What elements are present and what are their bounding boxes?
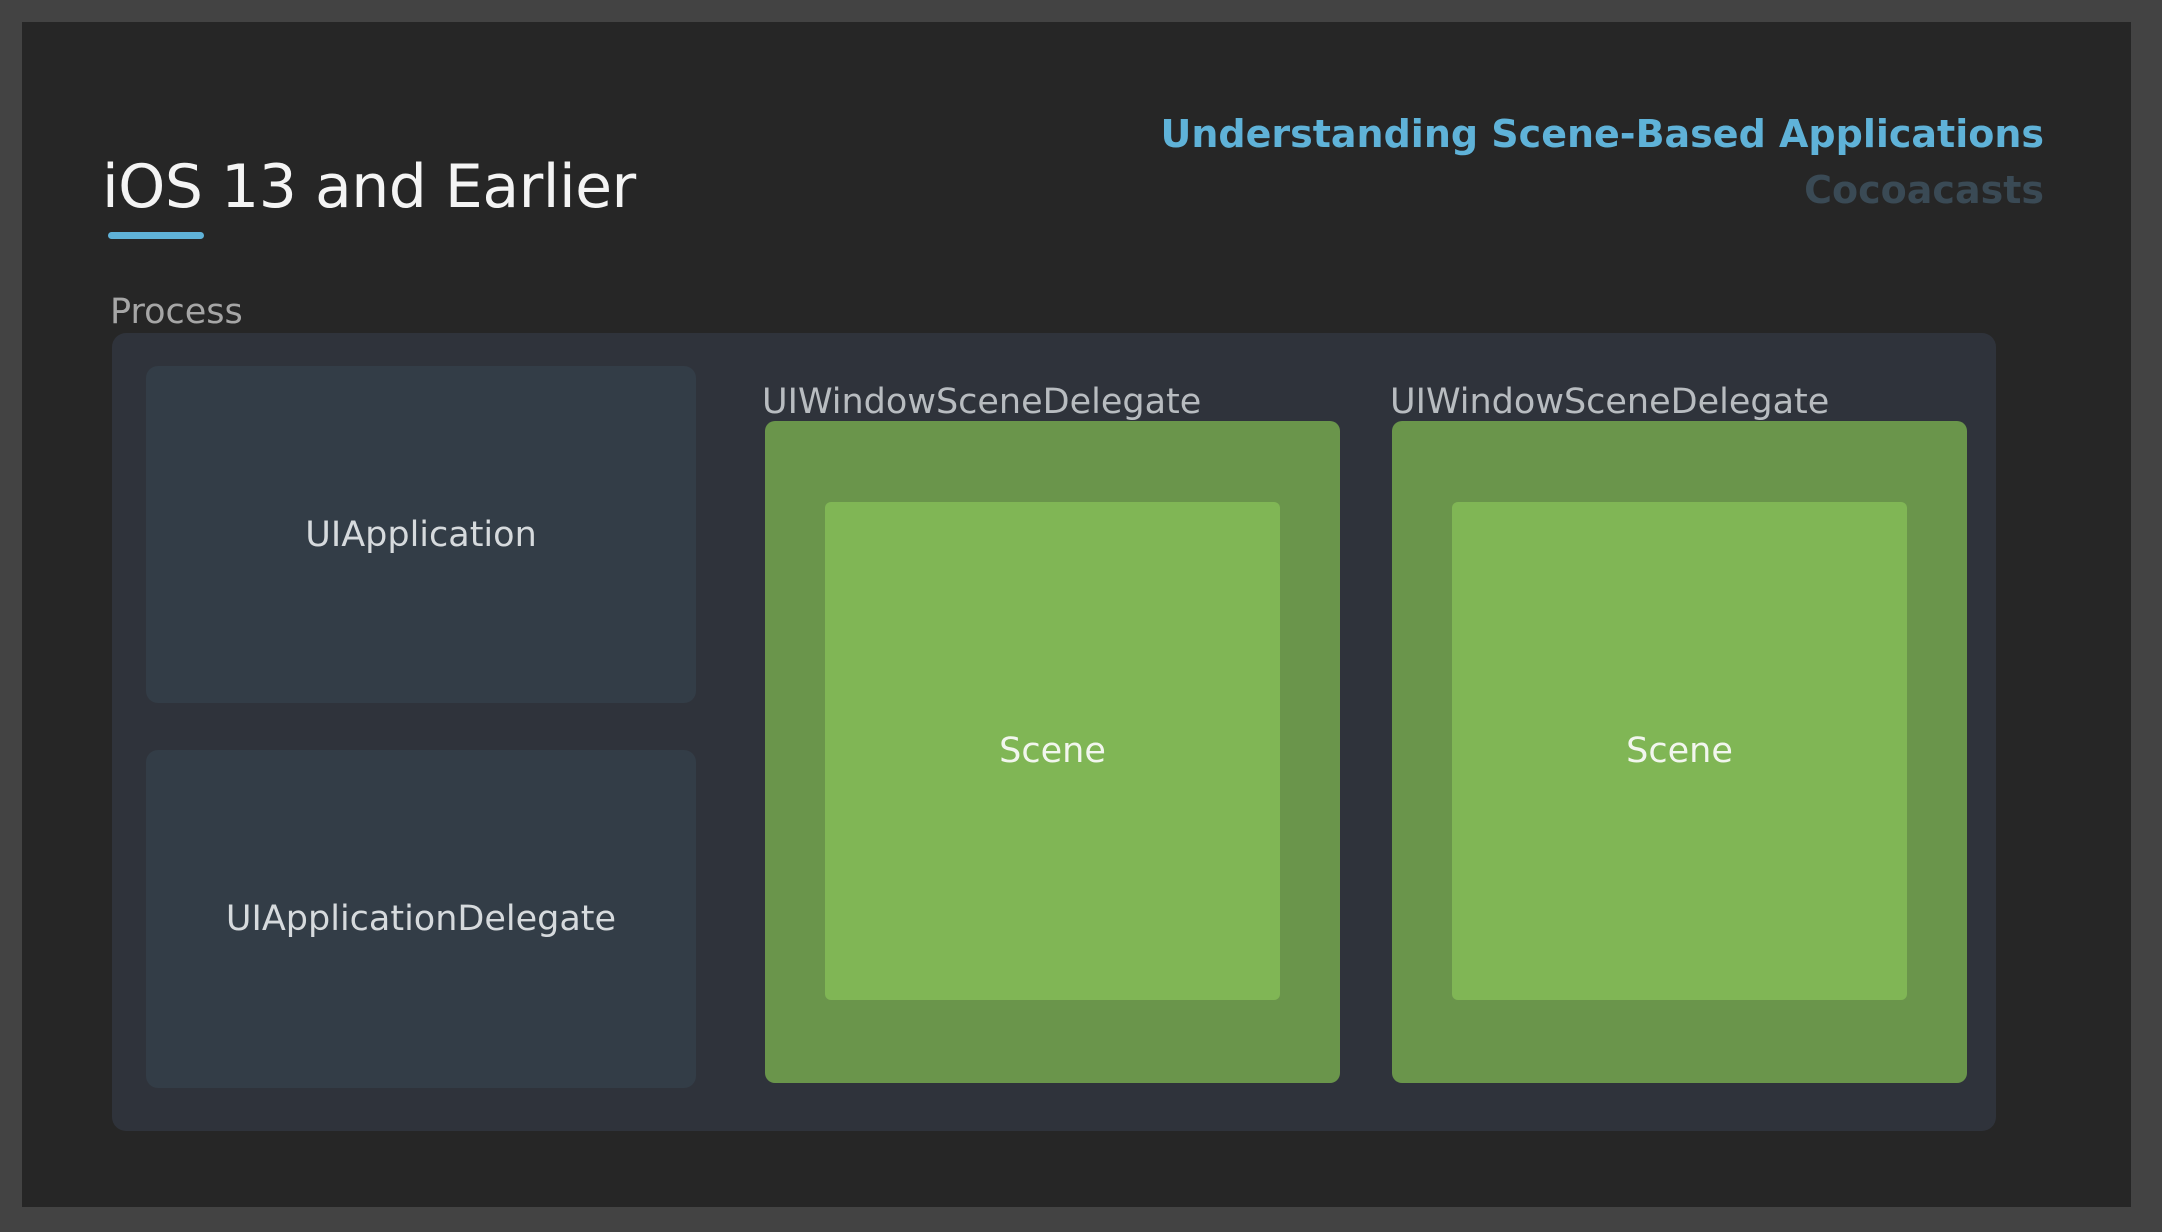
course-title: Understanding Scene-Based Applications	[1160, 112, 2045, 156]
uiapplication-delegate-box: UIApplicationDelegate	[146, 750, 696, 1088]
scene-delegate-box-1: Scene	[765, 421, 1340, 1083]
scene-delegate-label-2: UIWindowSceneDelegate	[1390, 382, 1830, 422]
scene-delegate-box-2: Scene	[1392, 421, 1967, 1083]
process-label: Process	[110, 292, 243, 332]
title-underline	[108, 232, 204, 239]
brand-name: Cocoacasts	[1804, 168, 2044, 212]
scene-label-1: Scene	[999, 731, 1106, 771]
scene-box-1: Scene	[825, 502, 1280, 1000]
scene-box-2: Scene	[1452, 502, 1907, 1000]
uiapplication-delegate-label: UIApplicationDelegate	[225, 899, 617, 939]
uiapplication-label: UIApplication	[305, 514, 537, 555]
scene-label-2: Scene	[1626, 731, 1733, 771]
uiapplication-box: UIApplication	[146, 366, 696, 703]
scene-delegate-label-1: UIWindowSceneDelegate	[762, 382, 1202, 422]
page-title: iOS 13 and Earlier	[102, 152, 636, 222]
